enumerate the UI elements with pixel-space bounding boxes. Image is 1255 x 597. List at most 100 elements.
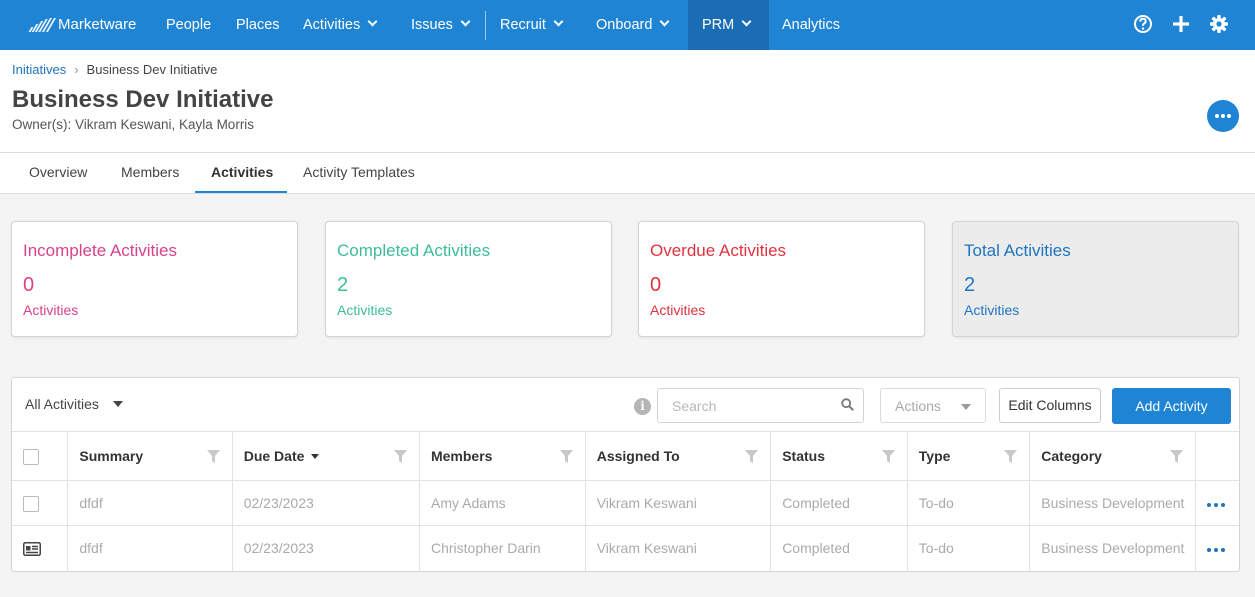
table-row[interactable]: dfdf 02/23/2023 Amy Adams Vikram Keswani…: [12, 480, 1239, 526]
filter-funnel-icon[interactable]: [1170, 450, 1184, 463]
info-icon[interactable]: i: [634, 398, 651, 415]
caret-down-icon: [112, 401, 123, 407]
card-value: 0: [650, 274, 662, 296]
cell-assigned-to: Vikram Keswani: [584, 525, 771, 571]
column-header-summary[interactable]: Summary: [67, 431, 233, 481]
card-unit: Activities: [337, 302, 393, 318]
chevron-down-icon: [659, 16, 670, 27]
select-all-cell: [12, 431, 68, 481]
add-activity-button[interactable]: Add Activity: [1112, 388, 1231, 424]
cell-category: Business Development: [1029, 525, 1196, 571]
column-header-due-date[interactable]: Due Date: [231, 431, 420, 481]
search-input[interactable]: [657, 388, 864, 423]
completed-activities-card[interactable]: Completed Activities 2 Activities: [325, 221, 612, 337]
total-activities-card[interactable]: Total Activities 2 Activities: [952, 221, 1239, 337]
contact-card-icon[interactable]: [23, 542, 41, 557]
column-header-category[interactable]: Category: [1029, 431, 1196, 481]
tab-overview[interactable]: Overview: [13, 153, 103, 193]
row-actions-cell: [1195, 525, 1239, 571]
nav-item-analytics[interactable]: Analytics: [782, 0, 840, 50]
tab-activity-templates[interactable]: Activity Templates: [287, 153, 431, 193]
top-navigation-bar: Marketware People Places Activities Issu…: [0, 0, 1255, 50]
card-value: 2: [964, 274, 976, 296]
actions-dropdown[interactable]: Actions: [880, 388, 986, 423]
cell-due-date: 02/23/2023: [231, 480, 420, 526]
edit-columns-button[interactable]: Edit Columns: [999, 388, 1101, 423]
chevron-down-icon: [460, 16, 471, 27]
breadcrumb-current: Business Dev Initiative: [86, 62, 218, 77]
activity-filter-dropdown[interactable]: All Activities: [25, 396, 123, 412]
tab-members[interactable]: Members: [105, 153, 195, 193]
nav-item-people[interactable]: People: [166, 0, 211, 50]
row-more-options-icon[interactable]: [1207, 547, 1226, 553]
tab-activities[interactable]: Activities: [195, 153, 287, 193]
cell-type: To-do: [906, 480, 1030, 526]
table-row[interactable]: dfdf 02/23/2023 Christopher Darin Vikram…: [12, 525, 1239, 571]
nav-divider: [485, 11, 486, 40]
brand-name: Marketware: [58, 16, 137, 33]
card-title: Total Activities: [964, 241, 1071, 260]
column-header-row-actions: [1195, 431, 1239, 481]
chevron-down-icon: [367, 16, 378, 27]
help-icon[interactable]: [1133, 14, 1153, 34]
page-title: Business Dev Initiative: [12, 86, 274, 113]
column-header-assigned-to[interactable]: Assigned To: [584, 431, 771, 481]
breadcrumb-separator: ›: [74, 62, 79, 77]
page-header: Initiatives › Business Dev Initiative Busi…: [0, 50, 1255, 194]
card-title: Incomplete Activities: [23, 241, 178, 260]
caret-down-icon: [961, 404, 971, 410]
row-select-cell: [12, 480, 68, 526]
cell-members: Christopher Darin: [418, 525, 586, 571]
cell-status: Completed: [770, 525, 908, 571]
filter-funnel-icon[interactable]: [559, 450, 573, 463]
breadcrumb-initiatives-link[interactable]: Initiatives: [12, 62, 66, 77]
cell-assigned-to: Vikram Keswani: [584, 480, 771, 526]
row-checkbox[interactable]: [23, 495, 39, 512]
cell-summary: dfdf: [67, 525, 233, 571]
gear-icon[interactable]: [1209, 14, 1229, 34]
nav-item-recruit[interactable]: Recruit: [500, 0, 564, 50]
cell-members: Amy Adams: [418, 480, 586, 526]
card-unit: Activities: [964, 302, 1020, 318]
card-title: Completed Activities: [337, 241, 491, 260]
filter-funnel-icon[interactable]: [881, 450, 895, 463]
table-header-row: Summary Due Date Members Assigned To Sta…: [12, 431, 1239, 481]
cell-type: To-do: [906, 525, 1030, 571]
activities-table: Summary Due Date Members Assigned To Sta…: [12, 431, 1239, 571]
brand-logo[interactable]: Marketware: [28, 16, 136, 33]
nav-item-activities[interactable]: Activities: [303, 0, 378, 50]
filter-funnel-icon[interactable]: [745, 450, 759, 463]
row-more-options-icon[interactable]: [1207, 502, 1226, 508]
owners-text: Owner(s): Vikram Keswani, Kayla Morris: [12, 117, 255, 132]
activities-table-panel: All Activities i Actions Edit Columns Ad…: [11, 377, 1240, 572]
card-title: Overdue Activities: [650, 241, 787, 260]
cell-due-date: 02/23/2023: [231, 525, 420, 571]
nav-item-issues[interactable]: Issues: [411, 0, 471, 50]
sort-descending-icon: [311, 454, 320, 459]
incomplete-activities-card[interactable]: Incomplete Activities 0 Activities: [11, 221, 298, 337]
column-header-type[interactable]: Type: [906, 431, 1030, 481]
column-header-members[interactable]: Members: [418, 431, 586, 481]
filter-funnel-icon[interactable]: [206, 450, 220, 463]
cell-summary: dfdf: [67, 480, 233, 526]
breadcrumb: Initiatives › Business Dev Initiative: [12, 62, 217, 77]
plus-icon[interactable]: [1171, 14, 1191, 34]
more-options-button[interactable]: [1207, 100, 1239, 132]
card-value: 2: [337, 274, 349, 296]
filter-funnel-icon[interactable]: [1004, 450, 1018, 463]
chevron-down-icon: [741, 16, 752, 27]
row-actions-cell: [1195, 480, 1239, 526]
cell-category: Business Development: [1029, 480, 1196, 526]
card-value: 0: [23, 274, 35, 296]
select-all-checkbox[interactable]: [23, 448, 39, 465]
nav-item-places[interactable]: Places: [236, 0, 280, 50]
overdue-activities-card[interactable]: Overdue Activities 0 Activities: [638, 221, 925, 337]
nav-item-prm[interactable]: PRM: [688, 0, 769, 50]
card-unit: Activities: [650, 302, 706, 318]
brand-logo-icon: [28, 17, 57, 32]
search-icon[interactable]: [841, 398, 854, 411]
nav-item-onboard[interactable]: Onboard: [596, 0, 670, 50]
cell-status: Completed: [770, 480, 908, 526]
filter-funnel-icon[interactable]: [393, 450, 407, 463]
column-header-status[interactable]: Status: [770, 431, 908, 481]
